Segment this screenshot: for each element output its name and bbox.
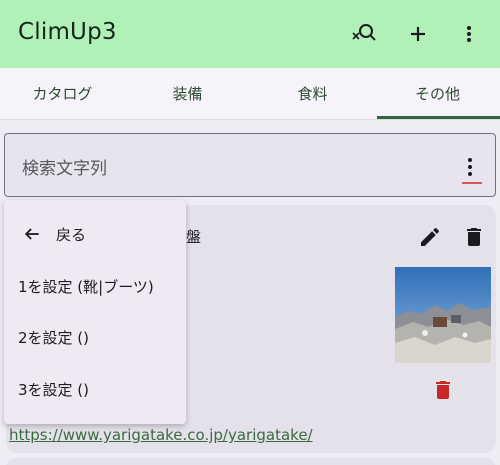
popup-menu: 戻る 1を設定 (靴|ブーツ) 2を設定 () 3を設定 (): [4, 200, 186, 424]
search-off-icon[interactable]: [350, 20, 378, 48]
menu-item-set-2[interactable]: 2を設定 (): [4, 311, 186, 363]
menu-item-label: 2を設定 (): [18, 328, 90, 347]
delete-icon[interactable]: [462, 225, 486, 249]
tab-indicator: [377, 116, 500, 119]
search-input[interactable]: 検索文字列: [4, 133, 496, 197]
edit-icon[interactable]: [418, 225, 442, 249]
arrow-back-icon: [24, 228, 39, 240]
menu-back-label: 戻る: [56, 225, 87, 244]
tab-food[interactable]: 食料: [250, 68, 375, 120]
menu-item-label: 3を設定 (): [18, 380, 90, 399]
item-link[interactable]: https://www.yarigatake.co.jp/yarigatake/: [9, 426, 313, 444]
menu-item-label: 1を設定 (靴|ブーツ): [18, 277, 154, 296]
search-underline: [462, 182, 482, 184]
item-photo[interactable]: [395, 267, 491, 363]
add-icon[interactable]: [404, 20, 432, 48]
app-title: ClimUp3: [18, 19, 117, 45]
search-placeholder: 検索文字列: [22, 159, 107, 179]
menu-item-set-3[interactable]: 3を設定 (): [4, 363, 186, 415]
tab-equipment[interactable]: 装備: [125, 68, 250, 120]
tab-bar: カタログ 装備 食料 その他: [0, 68, 500, 120]
card-title-partial: 盤: [186, 228, 202, 246]
menu-back-item[interactable]: 戻る: [4, 208, 186, 260]
tab-other[interactable]: その他: [375, 68, 500, 120]
tab-catalog[interactable]: カタログ: [0, 68, 125, 120]
next-card[interactable]: [6, 458, 496, 465]
more-vert-icon[interactable]: [455, 20, 483, 48]
menu-item-set-1[interactable]: 1を設定 (靴|ブーツ): [4, 260, 186, 312]
app-bar: ClimUp3: [0, 0, 500, 68]
search-more-icon[interactable]: [458, 155, 482, 179]
delete-photo-icon[interactable]: [431, 378, 455, 402]
